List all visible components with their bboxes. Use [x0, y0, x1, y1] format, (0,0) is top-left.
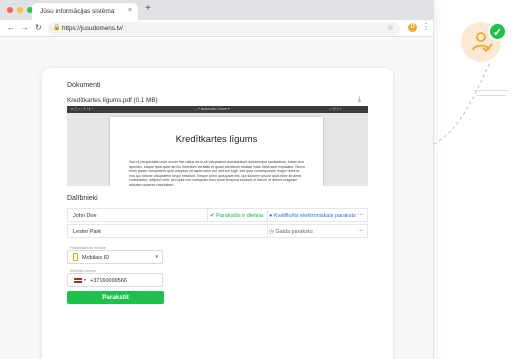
- signing-method-select[interactable]: Mobilais ID ▾: [67, 250, 163, 264]
- tab-bar: Jūsu informācijas sistēma × +: [0, 0, 433, 20]
- phone-number-value: +37160099566: [90, 278, 127, 284]
- pdf-zoom-controls[interactable]: – + Automatic Zoom ▾: [195, 107, 230, 111]
- signature-type: ● Kvalificēts elektroniskais paraksts: [269, 213, 356, 219]
- close-icon[interactable]: ×: [128, 7, 132, 14]
- lock-icon: 🔒: [53, 25, 61, 31]
- pdf-viewer[interactable]: ≡ ▢ ⌕ ‹ 1 / 1 › – + Automatic Zoom ▾ ⤢ ⎙…: [67, 106, 368, 186]
- browser-menu-icon[interactable]: ⋮: [422, 22, 430, 31]
- decorative-line: [476, 95, 506, 96]
- document-file-name[interactable]: Kredītkartes līgums.pdf (0.1 MB): [67, 97, 158, 104]
- browser-window: Jūsu informācijas sistēma × + ← → ↻ 🔒 ht…: [0, 0, 434, 359]
- participant-name: Lester Park: [73, 229, 102, 235]
- documents-title: Dokumenti: [67, 82, 101, 89]
- participants-title: Dalībnieki: [67, 195, 98, 202]
- signing-card: Dokumenti Kredītkartes līgums.pdf (0.1 M…: [42, 68, 393, 359]
- new-tab-icon[interactable]: +: [145, 3, 151, 14]
- pdf-body-text: Sed ut perspiciatis unde omnis iste natu…: [129, 160, 305, 186]
- more-options-icon[interactable]: ⋯: [357, 211, 364, 219]
- forward-icon[interactable]: →: [21, 23, 29, 32]
- tab-title: Jūsu informācijas sistēma: [40, 8, 115, 15]
- column-divider: [267, 209, 268, 221]
- window-controls: [7, 7, 33, 13]
- column-divider: [207, 209, 208, 221]
- participant-status: ◷ Gaida parakstu: [269, 229, 313, 235]
- url-text: https://jusudomens.lv/: [62, 25, 123, 32]
- star-icon[interactable]: ☆: [387, 23, 394, 32]
- pdf-page: Kredītkartes līgums Sed ut perspiciatis …: [110, 117, 323, 186]
- download-icon[interactable]: ⤓: [358, 96, 361, 104]
- mobile-phone-icon: [73, 253, 78, 261]
- extension-icon[interactable]: D: [408, 23, 417, 32]
- sign-button[interactable]: Parakstīt: [67, 291, 164, 304]
- phone-number-field[interactable]: ▾ +37160099566: [67, 273, 163, 287]
- pdf-document-title: Kredītkartes līgums: [175, 134, 258, 145]
- dashed-path-decoration: [433, 61, 491, 145]
- status-text: Parakstīts ir dienņa: [216, 213, 264, 219]
- participant-status: ✔ Parakstīts ir dienņa: [210, 213, 263, 219]
- participant-name: John Doe: [73, 213, 97, 219]
- minimize-window-dot[interactable]: [17, 7, 23, 13]
- participant-row: John Doe ✔ Parakstīts ir dienņa ● Kvalif…: [67, 208, 368, 222]
- latvia-flag-icon[interactable]: [74, 278, 82, 283]
- signing-method-value: Mobilais ID: [82, 255, 110, 261]
- pdf-toolbar-left[interactable]: ≡ ▢ ⌕ ‹ 1 / 1 ›: [71, 107, 93, 111]
- participant-row: Lester Park ◷ Gaida parakstu ⋯: [67, 224, 368, 238]
- checkmark-icon: ✓: [488, 22, 507, 41]
- pdf-toolbar: ≡ ▢ ⌕ ‹ 1 / 1 › – + Automatic Zoom ▾ ⤢ ⎙…: [67, 106, 368, 113]
- browser-tab[interactable]: Jūsu informācijas sistēma ×: [32, 3, 138, 20]
- chevron-down-icon[interactable]: ▾: [84, 277, 86, 282]
- decorative-line: [474, 90, 508, 91]
- page-content: Dokumenti Kredītkartes līgums.pdf (0.1 M…: [0, 37, 433, 359]
- status-text: Gaida parakstu: [275, 229, 313, 235]
- signature-type-text: Kvalificēts elektroniskais paraksts: [273, 213, 356, 219]
- participants-list: John Doe ✔ Parakstīts ir dienņa ● Kvalif…: [67, 208, 368, 240]
- back-icon[interactable]: ←: [7, 23, 15, 32]
- screenshot-stage: Jūsu informācijas sistēma × + ← → ↻ 🔒 ht…: [0, 0, 528, 359]
- close-window-dot[interactable]: [7, 7, 13, 13]
- address-bar: ← → ↻ 🔒 https://jusudomens.lv/ ☆ D ⋮: [0, 20, 433, 37]
- column-divider: [267, 225, 268, 237]
- more-options-icon[interactable]: ⋯: [357, 227, 364, 235]
- url-input[interactable]: 🔒 https://jusudomens.lv/ ☆: [48, 22, 400, 35]
- pdf-toolbar-right[interactable]: ⤢ ⎙ ⤓ »: [329, 107, 341, 111]
- chevron-down-icon: ▾: [155, 254, 158, 260]
- reload-icon[interactable]: ↻: [35, 23, 42, 32]
